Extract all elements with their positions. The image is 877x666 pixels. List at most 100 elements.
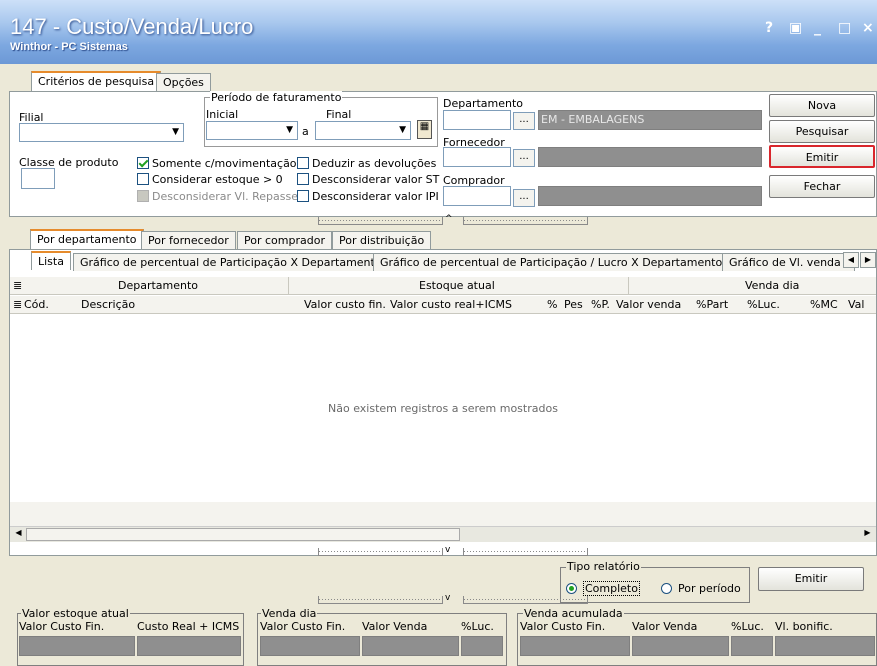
pesquisar-button[interactable]: Pesquisar <box>769 120 875 143</box>
col-val[interactable]: Val <box>848 298 864 311</box>
tab-por-distribuicao[interactable]: Por distribuição <box>332 231 432 249</box>
radio-selected-icon[interactable] <box>566 583 577 594</box>
tab-grafico-lucro[interactable]: Gráfico de percentual de Participação / … <box>373 253 730 271</box>
col-mc[interactable]: %MC <box>810 298 838 311</box>
fornecedor-code-input[interactable] <box>443 147 511 167</box>
venda-dia-custo-value <box>260 636 360 656</box>
checkbox-icon[interactable] <box>297 190 309 202</box>
radio-por-periodo-label: Por período <box>678 582 741 595</box>
scroll-right-icon[interactable]: ▶ <box>861 528 874 541</box>
departamento-code-input[interactable] <box>443 110 511 130</box>
radio-completo[interactable]: Completo <box>566 581 640 596</box>
venda-dia-luc-value <box>461 636 503 656</box>
checkbox-checked-icon[interactable] <box>137 157 149 169</box>
classe-input[interactable] <box>21 168 55 189</box>
window-title: 147 - Custo/Venda/Lucro <box>10 14 254 39</box>
chk-desc-ipi[interactable]: Desconsiderar valor IPI <box>297 190 439 203</box>
calendar-icon[interactable]: ▦ <box>417 120 432 139</box>
grid-footer <box>10 502 876 526</box>
splitter-handle-bottom[interactable] <box>318 548 443 556</box>
scroll-thumb[interactable] <box>26 528 460 541</box>
departamento-search-button[interactable]: ... <box>513 112 535 130</box>
fornecedor-search-button[interactable]: ... <box>513 149 535 167</box>
grid-column-header: ≣ Cód. Descrição Valor custo fin. Valor … <box>10 296 876 314</box>
col-part[interactable]: %Part <box>696 298 728 311</box>
horizontal-scrollbar[interactable]: ◀ ▶ <box>10 526 876 542</box>
estoque-real-value <box>137 636 241 656</box>
filial-select[interactable]: ▼ <box>19 123 184 142</box>
comprador-desc <box>538 186 762 206</box>
col-percent[interactable]: % <box>547 298 557 311</box>
pesquisar-label: Pesquisar <box>795 125 849 138</box>
group-departamento: Departamento <box>118 279 199 292</box>
chk-deduzir[interactable]: Deduzir as devoluções <box>297 157 436 170</box>
splitter-handle-bottom-right[interactable] <box>463 548 588 556</box>
col-separator <box>288 277 289 295</box>
emitir-button[interactable]: Emitir <box>769 145 875 168</box>
chk-desc-ipi-label: Desconsiderar valor IPI <box>312 190 439 203</box>
venda-acum-col-bonific: Vl. bonific. <box>775 620 833 633</box>
tab-grafico-participacao[interactable]: Gráfico de percentual de Participação X … <box>73 253 389 271</box>
fechar-button[interactable]: Fechar <box>769 175 875 198</box>
tab-scroll-left-icon[interactable]: ◀ <box>843 252 859 268</box>
chevron-down-icon: ▼ <box>399 125 406 135</box>
col-valor-venda[interactable]: Valor venda <box>616 298 681 311</box>
col-valor-custo-fin[interactable]: Valor custo fin. <box>304 298 386 311</box>
radio-icon[interactable] <box>661 583 672 594</box>
venda-dia-col-custo: Valor Custo Fin. <box>260 620 346 633</box>
comprador-code-input[interactable] <box>443 186 511 206</box>
chk-somente-label: Somente c/movimentação <box>152 157 297 170</box>
tab-lista[interactable]: Lista <box>31 251 71 270</box>
tab-opcoes[interactable]: Opções <box>156 73 211 91</box>
checkbox-icon[interactable] <box>297 157 309 169</box>
group-estoque-atual: Estoque atual <box>419 279 495 292</box>
scroll-left-icon[interactable]: ◀ <box>12 528 25 541</box>
title-bar[interactable]: 147 - Custo/Venda/Lucro Winthor - PC Sis… <box>0 0 877 64</box>
tab-grafico-vl-venda[interactable]: Gráfico de Vl. venda , <box>722 253 855 271</box>
help-button[interactable]: ? <box>765 20 773 36</box>
a-label: a <box>302 125 309 138</box>
chevron-down-icon[interactable]: v <box>445 593 450 603</box>
grid-menu-icon[interactable]: ≣ <box>13 298 22 311</box>
chk-considerar[interactable]: Considerar estoque > 0 <box>137 173 283 186</box>
col-luc[interactable]: %Luc. <box>747 298 780 311</box>
col-separator <box>628 277 629 295</box>
grid-menu-icon[interactable]: ≣ <box>13 279 22 292</box>
estoque-title: Valor estoque atual <box>21 607 130 620</box>
data-inicial-input[interactable]: ▼ <box>206 121 298 140</box>
nova-button[interactable]: Nova <box>769 94 875 117</box>
col-cod[interactable]: Cód. <box>24 298 49 311</box>
comprador-search-button[interactable]: ... <box>513 189 535 207</box>
minimize-button[interactable]: _ <box>814 20 821 36</box>
col-pes[interactable]: Pes <box>564 298 583 311</box>
chk-desc-st[interactable]: Desconsiderar valor ST <box>297 173 439 186</box>
tab-por-fornecedor[interactable]: Por fornecedor <box>141 231 236 249</box>
fornecedor-desc <box>538 147 762 167</box>
chk-somente[interactable]: Somente c/movimentação <box>137 157 297 170</box>
checkbox-icon[interactable] <box>137 173 149 185</box>
tab-por-departamento[interactable]: Por departamento <box>30 229 144 249</box>
splitter-handle-totals-right[interactable] <box>463 596 588 604</box>
col-valor-custo-real[interactable]: Valor custo real+ICMS <box>390 298 512 311</box>
splitter-handle-right[interactable] <box>463 217 588 225</box>
estoque-col-real: Custo Real + ICMS <box>137 620 240 633</box>
tab-por-comprador[interactable]: Por comprador <box>237 231 332 249</box>
chevron-down-icon[interactable]: v <box>445 545 450 555</box>
col-p[interactable]: %P. <box>591 298 610 311</box>
emitir-bottom-button[interactable]: Emitir <box>758 567 864 591</box>
splitter-handle-totals[interactable] <box>318 596 443 604</box>
tab-scroll-right-icon[interactable]: ▶ <box>860 252 876 268</box>
restore-button[interactable]: ▣ <box>789 20 802 36</box>
tab-criterios[interactable]: Critérios de pesquisa <box>31 71 162 91</box>
col-descricao[interactable]: Descrição <box>81 298 135 311</box>
data-final-input[interactable]: ▼ <box>315 121 411 140</box>
checkbox-icon[interactable] <box>297 173 309 185</box>
departamento-desc: EM - EMBALAGENS <box>538 110 762 130</box>
splitter-handle[interactable] <box>318 217 443 225</box>
radio-por-periodo[interactable]: Por período <box>661 582 741 595</box>
chevron-up-icon[interactable]: ^ <box>445 214 453 224</box>
maximize-button[interactable]: □ <box>838 20 851 36</box>
close-button[interactable]: × <box>862 20 874 36</box>
departamento-label: Departamento <box>443 97 524 110</box>
final-label: Final <box>326 108 352 121</box>
